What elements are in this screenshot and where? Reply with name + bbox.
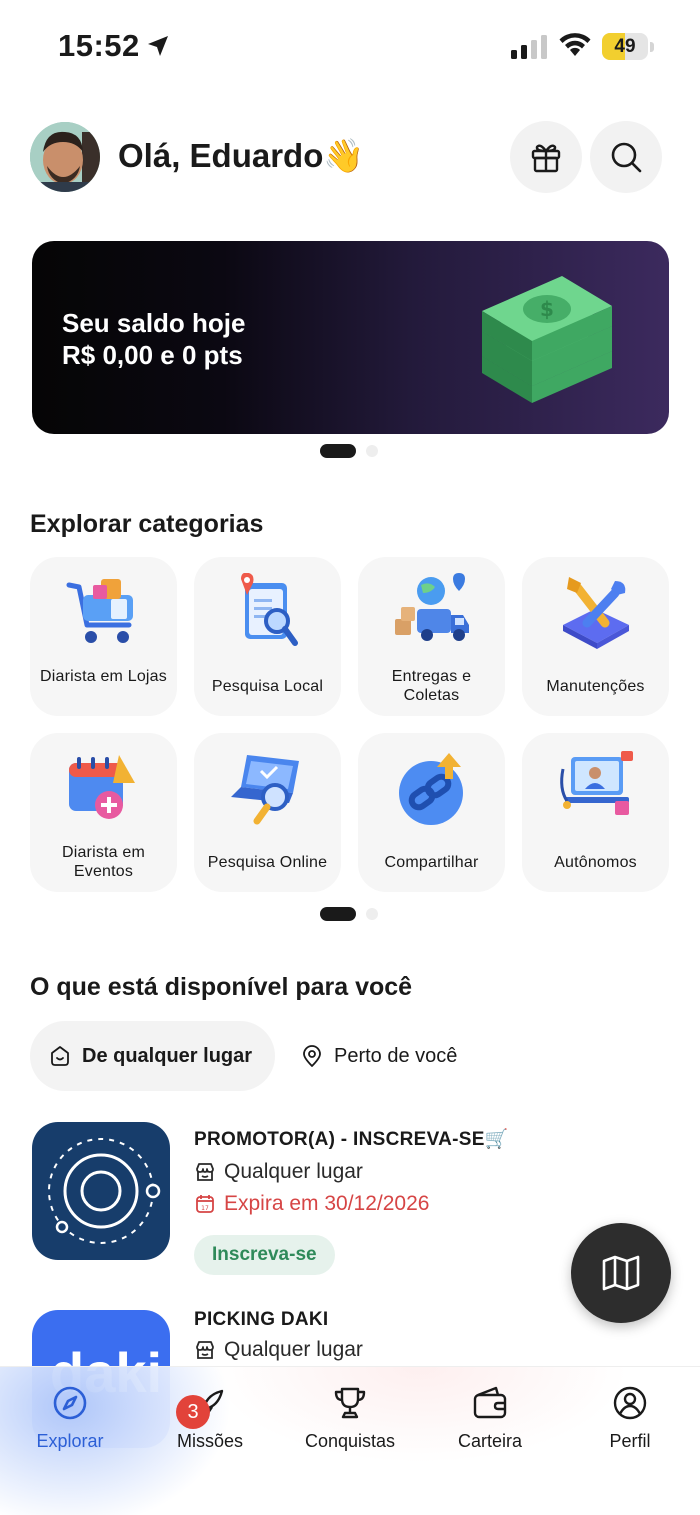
anywhere-icon [51, 1046, 69, 1066]
categories-pagination [320, 907, 378, 921]
svg-text:$: $ [540, 297, 554, 321]
nav-explorar[interactable]: Explorar [0, 1383, 140, 1452]
location-pin-icon [303, 1045, 321, 1067]
wallet-icon [473, 1386, 507, 1419]
avatar[interactable] [30, 122, 100, 192]
battery-indicator: 49 [602, 33, 654, 60]
location-arrow-icon [148, 36, 168, 56]
location-text: Qualquer lugar [224, 1160, 363, 1183]
opportunity-expiration: 17 Expira em 30/12/2026 [194, 1192, 429, 1216]
categories-grid: Diarista em Lojas Pesquisa Local Entrega… [30, 557, 670, 892]
greeting-text: Olá, Eduardo👋 [118, 137, 365, 174]
laptop-search-icon [231, 755, 299, 825]
opportunity-location: Qualquer lugar [194, 1338, 363, 1362]
opportunity-logo[interactable] [32, 1122, 170, 1260]
category-manutencoes[interactable]: Manutenções [522, 557, 669, 716]
location-text: Qualquer lugar [224, 1338, 363, 1361]
category-diarista-lojas[interactable]: Diarista em Lojas [30, 557, 177, 716]
filter-near-label: Perto de você [334, 1044, 458, 1067]
missions-notification-badge: 3 [176, 1395, 210, 1429]
store-icon [196, 1341, 214, 1359]
category-autonomos[interactable]: Autônomos [522, 733, 669, 892]
compass-icon [53, 1386, 87, 1420]
gift-button[interactable] [510, 121, 582, 193]
search-button[interactable] [590, 121, 662, 193]
category-label: Manutenções [546, 678, 645, 695]
status-time: 15:52 [58, 28, 140, 63]
category-pesquisa-local[interactable]: Pesquisa Local [194, 557, 341, 716]
categories-title: Explorar categorias [30, 510, 264, 538]
orbit-logo-icon [48, 1138, 161, 1244]
category-label: Diarista em Lojas [39, 668, 167, 685]
profile-icon [613, 1386, 647, 1420]
event-calendar-icon [69, 755, 135, 819]
freelancer-icon [560, 751, 633, 815]
filter-near-you[interactable]: Perto de você [300, 1021, 457, 1091]
pagination-dot[interactable] [366, 908, 378, 920]
opportunity-title[interactable]: PROMOTOR(A) - INSCREVA-SE🛒 [194, 1127, 509, 1151]
avatar-photo [30, 122, 100, 192]
nav-label: Conquistas [304, 1431, 396, 1451]
available-title: O que está disponível para você [30, 973, 413, 1001]
battery-level: 49 [614, 36, 636, 57]
nav-conquistas[interactable]: Conquistas [280, 1383, 420, 1452]
balance-banner[interactable]: Seu saldo hoje R$ 0,00 e 0 pts $ [32, 241, 669, 434]
nav-missoes[interactable]: Missões [140, 1383, 280, 1452]
bottom-navigation: Explorar Missões 3 Conquistas Carteira P… [0, 1366, 700, 1515]
nav-perfil[interactable]: Perfil [560, 1383, 700, 1452]
cellular-signal-icon [511, 35, 547, 59]
share-link-icon [399, 753, 463, 825]
nav-label: Perfil [609, 1431, 651, 1451]
expiration-text: Expira em 30/12/2026 [224, 1192, 430, 1215]
category-pesquisa-online[interactable]: Pesquisa Online [194, 733, 341, 892]
map-button[interactable] [571, 1223, 671, 1323]
wifi-icon [559, 33, 591, 56]
category-label: Entregas e Coletas [391, 668, 472, 704]
calendar-icon: 17 [196, 1195, 214, 1213]
store-icon [196, 1163, 214, 1181]
balance-title: Seu saldo hoje [62, 308, 246, 338]
gift-icon [531, 144, 561, 173]
delivery-truck-icon [395, 573, 469, 641]
category-compartilhar[interactable]: Compartilhar [358, 733, 505, 892]
nav-label: Explorar [36, 1431, 104, 1451]
clipboard-search-icon [241, 573, 298, 646]
balance-value: R$ 0,00 e 0 pts [62, 340, 243, 370]
balance-text: Seu saldo hoje R$ 0,00 e 0 pts [62, 307, 246, 371]
opportunity-title[interactable]: PICKING DAKI [194, 1309, 329, 1331]
category-label: Compartilhar [384, 854, 479, 871]
shopping-cart-icon [66, 579, 133, 643]
nav-label: Missões [176, 1431, 243, 1451]
category-diarista-eventos[interactable]: Diarista em Eventos [30, 733, 177, 892]
pagination-dot-active[interactable] [320, 907, 356, 921]
banner-pagination [320, 444, 378, 458]
category-label: Pesquisa Online [207, 854, 328, 871]
opportunity-location: Qualquer lugar [194, 1160, 363, 1184]
map-icon [602, 1255, 640, 1291]
apply-badge[interactable]: Inscreva-se [194, 1235, 335, 1275]
category-entregas-coletas[interactable]: Entregas e Coletas [358, 557, 505, 716]
filter-anywhere[interactable]: De qualquer lugar [30, 1021, 275, 1091]
trophy-icon [334, 1387, 366, 1419]
money-stack-icon: $ [482, 276, 612, 403]
category-label: Autônomos [554, 854, 637, 871]
nav-label: Carteira [457, 1431, 523, 1451]
nav-carteira[interactable]: Carteira [420, 1383, 560, 1452]
pagination-dot-active[interactable] [320, 444, 356, 458]
svg-text:17: 17 [201, 1205, 209, 1212]
category-label: Pesquisa Local [211, 678, 324, 695]
tools-icon [563, 577, 629, 649]
search-icon [611, 142, 642, 173]
pagination-dot[interactable] [366, 445, 378, 457]
category-label: Diarista em Eventos [61, 844, 146, 880]
filter-anywhere-label: De qualquer lugar [82, 1044, 253, 1067]
status-bar: 15:52 49 [0, 0, 700, 90]
